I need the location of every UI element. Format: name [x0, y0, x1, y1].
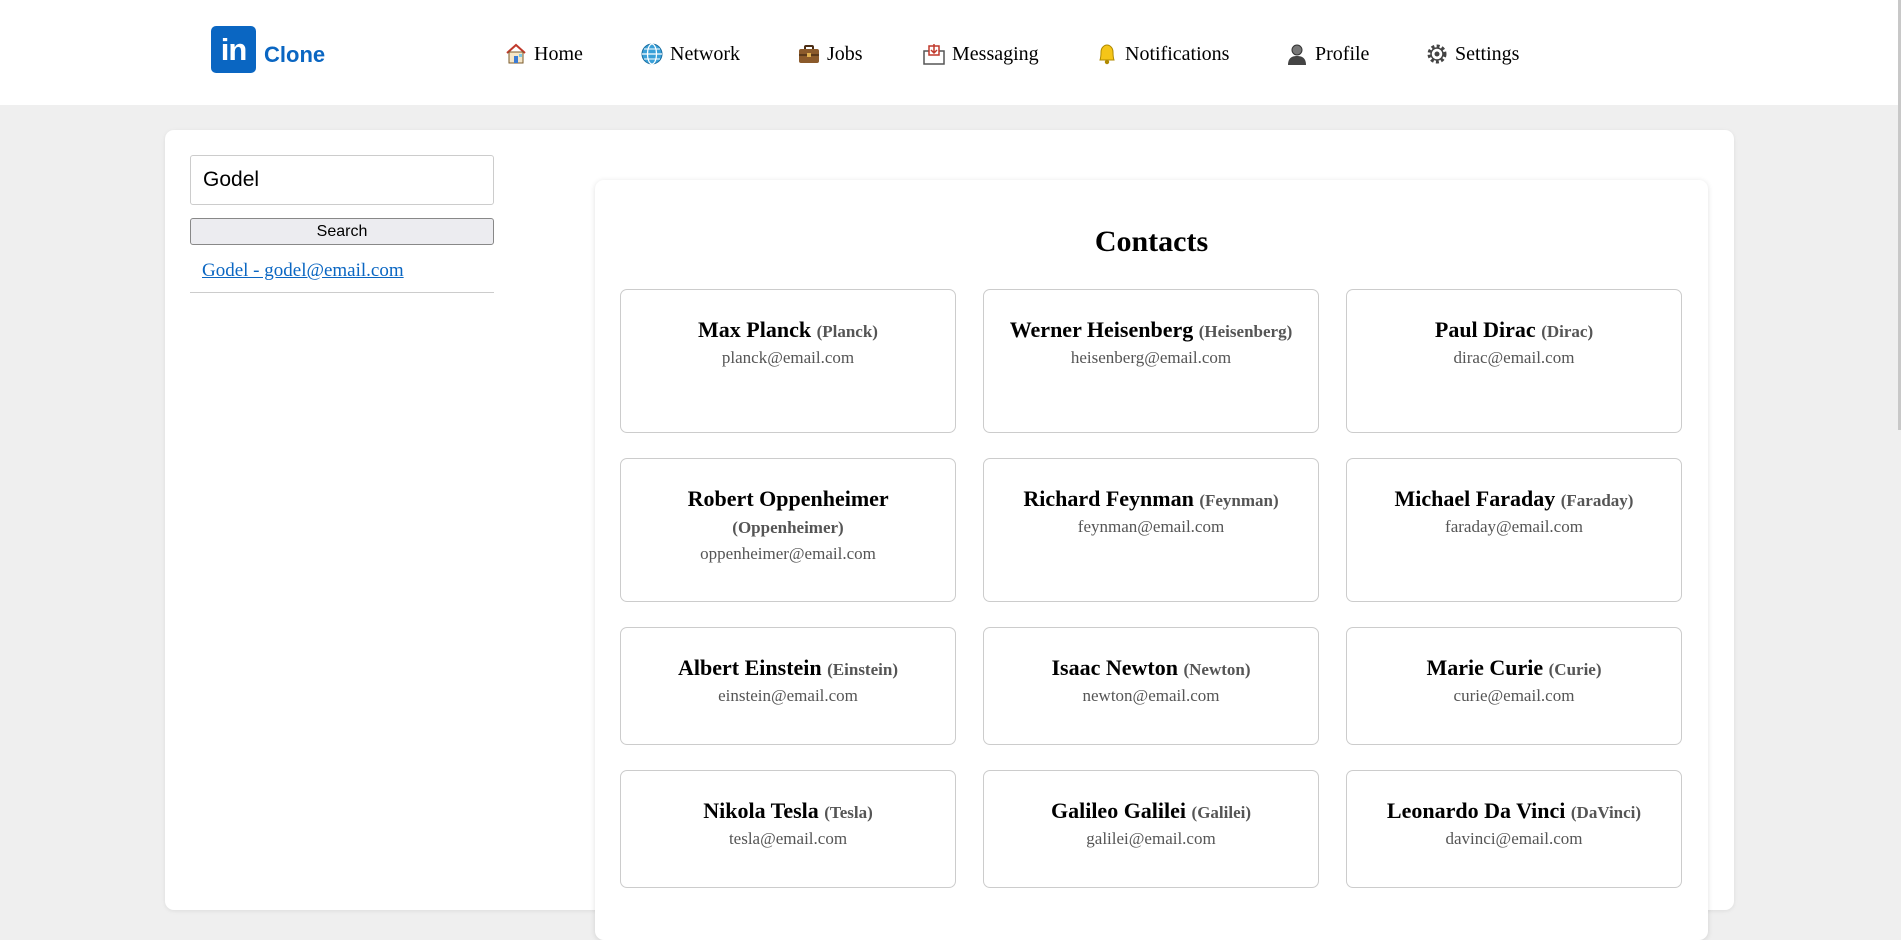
contact-email: newton@email.com [1082, 686, 1220, 705]
contact-email: faraday@email.com [1445, 517, 1583, 536]
search-results: Godel - godel@email.com [190, 248, 494, 293]
nav-notifications-label: Notifications [1125, 43, 1230, 65]
nav-settings[interactable]: Settings [1425, 40, 1519, 68]
person-icon [1285, 42, 1309, 66]
nav-profile-label: Profile [1315, 43, 1370, 65]
nav-settings-label: Settings [1455, 43, 1520, 65]
gear-icon [1425, 42, 1449, 66]
contact-card[interactable]: Robert Oppenheimer (Oppenheimer) oppenhe… [620, 458, 956, 602]
contact-name: Werner Heisenberg [1009, 317, 1194, 342]
nav-network[interactable]: Network [640, 40, 740, 68]
nav-profile[interactable]: Profile [1285, 40, 1369, 68]
contact-email: curie@email.com [1453, 686, 1575, 705]
nav-jobs-label: Jobs [827, 43, 863, 65]
contact-name: Leonardo Da Vinci [1386, 798, 1566, 823]
nav-notifications[interactable]: Notifications [1095, 40, 1229, 68]
contact-nickname: (Curie) [1548, 660, 1602, 679]
contact-name: Albert Einstein [678, 655, 822, 680]
contact-email: dirac@email.com [1453, 348, 1575, 367]
contact-nickname: (Dirac) [1541, 322, 1594, 341]
contact-email: planck@email.com [721, 348, 855, 367]
contact-card[interactable]: Leonardo Da Vinci (DaVinci) davinci@emai… [1346, 770, 1682, 888]
contact-name: Max Planck [698, 317, 812, 342]
contact-nickname: (Oppenheimer) [732, 518, 844, 537]
contact-email: galilei@email.com [1086, 829, 1216, 848]
contact-name: Paul Dirac [1434, 317, 1536, 342]
nav-home[interactable]: Home [504, 40, 583, 68]
logo-text: Clone [264, 41, 326, 67]
linkedin-logo-icon: in [211, 26, 256, 73]
contact-email: tesla@email.com [728, 829, 848, 848]
contact-nickname: (Heisenberg) [1198, 322, 1293, 341]
contact-email: davinci@email.com [1445, 829, 1583, 848]
contact-card[interactable]: Galileo Galilei (Galilei) galilei@email.… [983, 770, 1319, 888]
contacts-title: Contacts [1094, 225, 1209, 258]
inbox-icon [922, 42, 946, 66]
contact-nickname: (Planck) [816, 322, 878, 341]
contact-card[interactable]: Paul Dirac (Dirac) dirac@email.com [1346, 289, 1682, 433]
contact-card[interactable]: Isaac Newton (Newton) newton@email.com [983, 627, 1319, 745]
contact-nickname: (Faraday) [1560, 491, 1634, 510]
contact-email: einstein@email.com [718, 686, 858, 705]
contact-email: oppenheimer@email.com [700, 544, 876, 563]
contact-card[interactable]: Michael Faraday (Faraday) faraday@email.… [1346, 458, 1682, 602]
app-logo[interactable]: in Clone [211, 26, 325, 73]
contact-email: feynman@email.com [1077, 517, 1225, 536]
contact-card[interactable]: Max Planck (Planck) planck@email.com [620, 289, 956, 433]
bell-icon [1095, 42, 1119, 66]
contact-card[interactable]: Richard Feynman (Feynman) feynman@email.… [983, 458, 1319, 602]
contact-name: Marie Curie [1426, 655, 1544, 680]
search-button[interactable]: Search [190, 218, 494, 245]
contact-name: Robert Oppenheimer [687, 486, 889, 511]
contact-card[interactable]: Nikola Tesla (Tesla) tesla@email.com [620, 770, 956, 888]
nav-network-label: Network [670, 43, 740, 65]
contact-name: Richard Feynman [1023, 486, 1194, 511]
contact-card[interactable]: Albert Einstein (Einstein) einstein@emai… [620, 627, 956, 745]
search-result-item: Godel - godel@email.com [190, 248, 494, 293]
contact-nickname: (Feynman) [1199, 491, 1279, 510]
contact-name: Michael Faraday [1394, 486, 1556, 511]
contacts-section: Contacts Max Planck (Planck) planck@emai… [595, 180, 1708, 940]
briefcase-icon [797, 42, 821, 66]
contact-card[interactable]: Marie Curie (Curie) curie@email.com [1346, 627, 1682, 745]
nav-jobs[interactable]: Jobs [797, 40, 863, 68]
nav-messaging-label: Messaging [952, 43, 1039, 65]
contact-name: Isaac Newton [1051, 655, 1178, 680]
contact-nickname: (DaVinci) [1570, 803, 1642, 822]
top-navigation-bar: in Clone Home Network Jobs Messaging Not… [0, 0, 1901, 105]
contact-email: heisenberg@email.com [1070, 348, 1232, 367]
search-result-link[interactable]: Godel - godel@email.com [202, 260, 404, 281]
main-panel: Search Godel - godel@email.com Contacts … [165, 130, 1734, 940]
contact-name: Galileo Galilei [1050, 798, 1187, 823]
nav-messaging[interactable]: Messaging [922, 40, 1039, 68]
contact-nickname: (Newton) [1183, 660, 1251, 679]
contact-nickname: (Galilei) [1191, 803, 1252, 822]
contact-name: Nikola Tesla [703, 798, 819, 823]
contact-nickname: (Tesla) [824, 803, 873, 822]
contact-card[interactable]: Werner Heisenberg (Heisenberg) heisenber… [983, 289, 1319, 433]
search-input[interactable] [190, 155, 494, 205]
nav-home-label: Home [534, 43, 583, 65]
house-icon [504, 42, 528, 66]
contact-nickname: (Einstein) [827, 660, 898, 679]
globe-icon [640, 42, 664, 66]
